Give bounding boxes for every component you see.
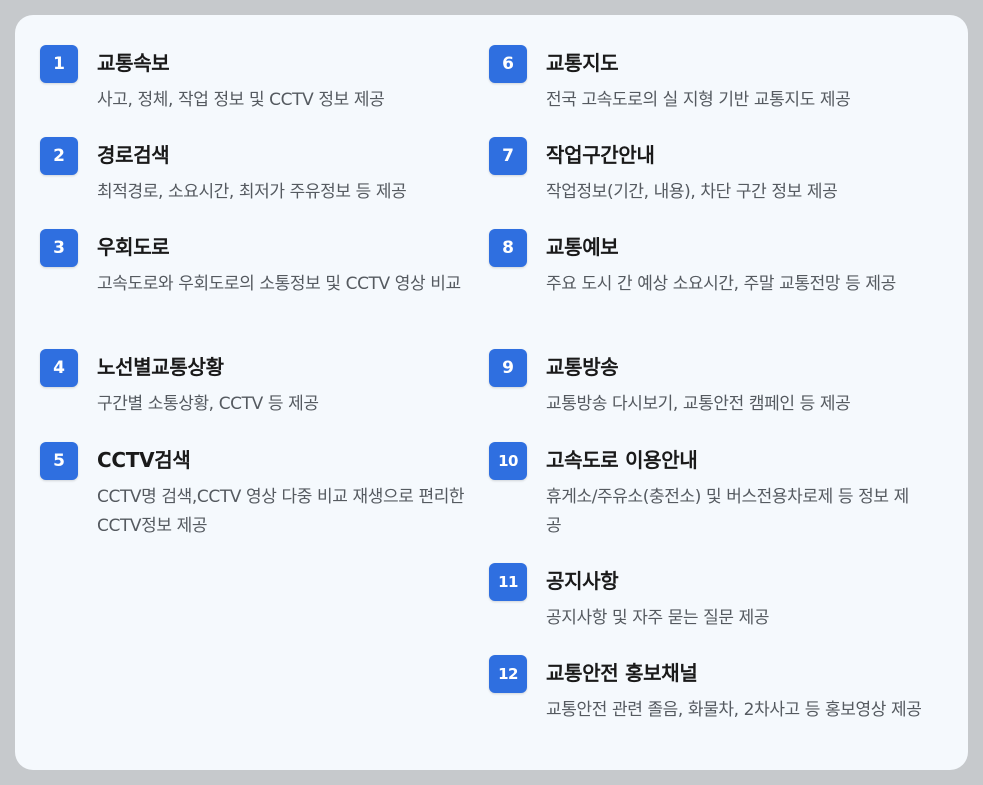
service-list-panel: 1 교통속보 사고, 정체, 작업 정보 및 CCTV 정보 제공 2 경로검색… [15, 15, 968, 770]
item-number-badge: 5 [40, 442, 78, 480]
item-description: 구간별 소통상황, CCTV 등 제공 [97, 394, 319, 414]
item-title: 교통예보 [546, 235, 619, 259]
item-description: 교통방송 다시보기, 교통안전 캠페인 등 제공 [546, 394, 851, 414]
item-number-badge: 3 [40, 229, 78, 267]
item-title: 교통방송 [546, 355, 619, 379]
item-number-badge: 10 [489, 442, 527, 480]
item-description: 작업정보(기간, 내용), 차단 구간 정보 제공 [546, 182, 838, 202]
item-title: 노선별교통상황 [97, 355, 224, 379]
item-number-badge: 2 [40, 137, 78, 175]
item-number-badge: 9 [489, 349, 527, 387]
item-description: CCTV명 검색,CCTV 영상 다중 비교 재생으로 편리한 CCTV정보 제… [97, 487, 465, 536]
item-number-badge: 8 [489, 229, 527, 267]
item-title: CCTV검색 [97, 448, 191, 472]
item-number-badge: 4 [40, 349, 78, 387]
item-description: 교통안전 관련 졸음, 화물차, 2차사고 등 홍보영상 제공 [546, 700, 922, 720]
item-title: 우회도로 [97, 235, 170, 259]
item-number-badge: 12 [489, 655, 527, 693]
item-description: 사고, 정체, 작업 정보 및 CCTV 정보 제공 [97, 90, 385, 110]
item-title: 고속도로 이용안내 [546, 448, 698, 472]
item-description: 최적경로, 소요시간, 최저가 주유정보 등 제공 [97, 182, 407, 202]
item-description: 공지사항 및 자주 묻는 질문 제공 [546, 608, 770, 628]
item-description: 주요 도시 간 예상 소요시간, 주말 교통전망 등 제공 [546, 274, 896, 294]
item-title: 교통속보 [97, 51, 170, 75]
item-title: 교통지도 [546, 51, 619, 75]
item-title: 작업구간안내 [546, 143, 655, 167]
item-number-badge: 7 [489, 137, 527, 175]
item-description: 휴게소/주유소(충전소) 및 버스전용차로제 등 정보 제공 [546, 487, 909, 536]
item-number-badge: 1 [40, 45, 78, 83]
item-description: 고속도로와 우회도로의 소통정보 및 CCTV 영상 비교 [97, 274, 461, 294]
item-title: 경로검색 [97, 143, 170, 167]
item-title: 교통안전 홍보채널 [546, 661, 698, 685]
item-title: 공지사항 [546, 569, 619, 593]
item-description: 전국 고속도로의 실 지형 기반 교통지도 제공 [546, 90, 851, 110]
item-number-badge: 6 [489, 45, 527, 83]
item-number-badge: 11 [489, 563, 527, 601]
